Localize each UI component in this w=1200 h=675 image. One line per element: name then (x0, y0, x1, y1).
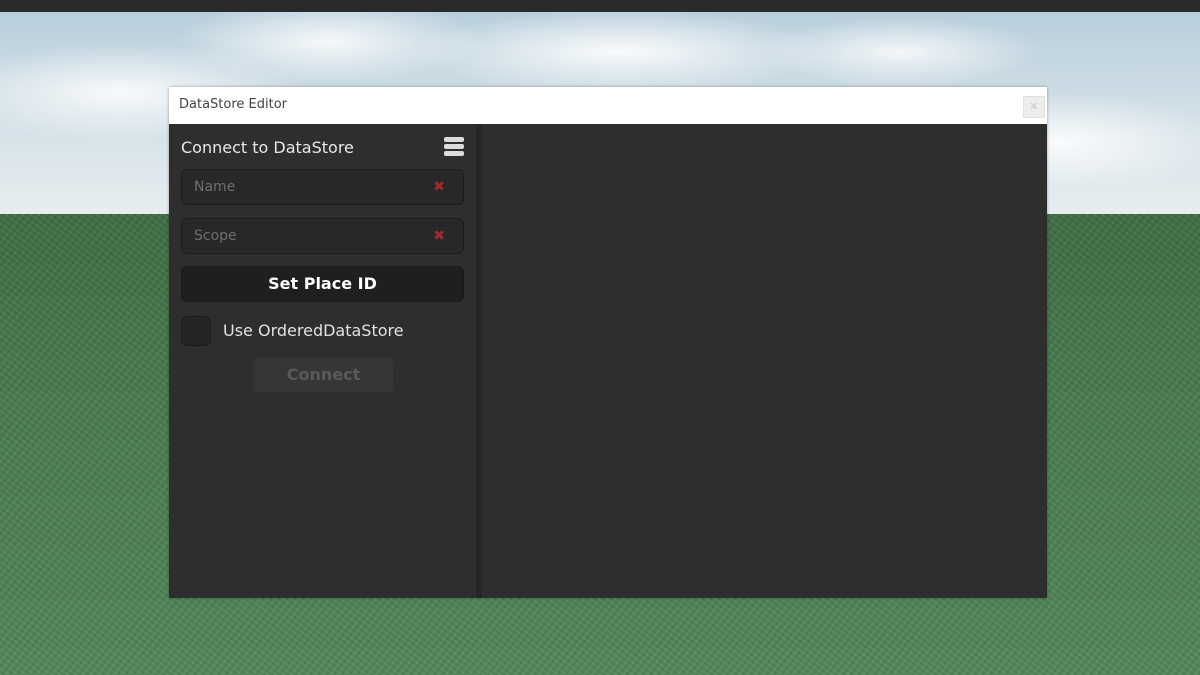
scope-input[interactable] (194, 219, 424, 253)
datastore-editor-window: DataStore Editor ✕ Connect to DataStore … (169, 87, 1047, 598)
close-icon: ✕ (1029, 100, 1039, 113)
scope-field[interactable]: ✖ (181, 218, 464, 254)
ordered-datastore-checkbox[interactable] (181, 316, 211, 346)
menu-bar (444, 151, 464, 156)
window-title: DataStore Editor (179, 97, 288, 112)
menu-bar (444, 144, 464, 149)
top-toolbar-strip (0, 0, 1200, 12)
connect-panel: Connect to DataStore ✖ ✖ Set Place ID Us… (169, 124, 476, 598)
menu-bar (444, 137, 464, 142)
scope-clear-icon[interactable]: ✖ (433, 228, 445, 244)
game-viewport: DataStore Editor ✕ Connect to DataStore … (0, 0, 1200, 675)
connect-button[interactable]: Connect (253, 357, 394, 393)
data-view-panel (482, 124, 1047, 598)
name-field[interactable]: ✖ (181, 169, 464, 205)
hamburger-menu-icon[interactable] (444, 137, 464, 157)
name-input[interactable] (194, 170, 424, 204)
ordered-datastore-label[interactable]: Use OrderedDataStore (223, 321, 404, 340)
close-button[interactable]: ✕ (1023, 96, 1045, 118)
set-place-id-button[interactable]: Set Place ID (181, 266, 464, 302)
panel-heading: Connect to DataStore (181, 138, 354, 157)
name-clear-icon[interactable]: ✖ (433, 179, 445, 195)
window-titlebar[interactable]: DataStore Editor ✕ (169, 87, 1047, 124)
